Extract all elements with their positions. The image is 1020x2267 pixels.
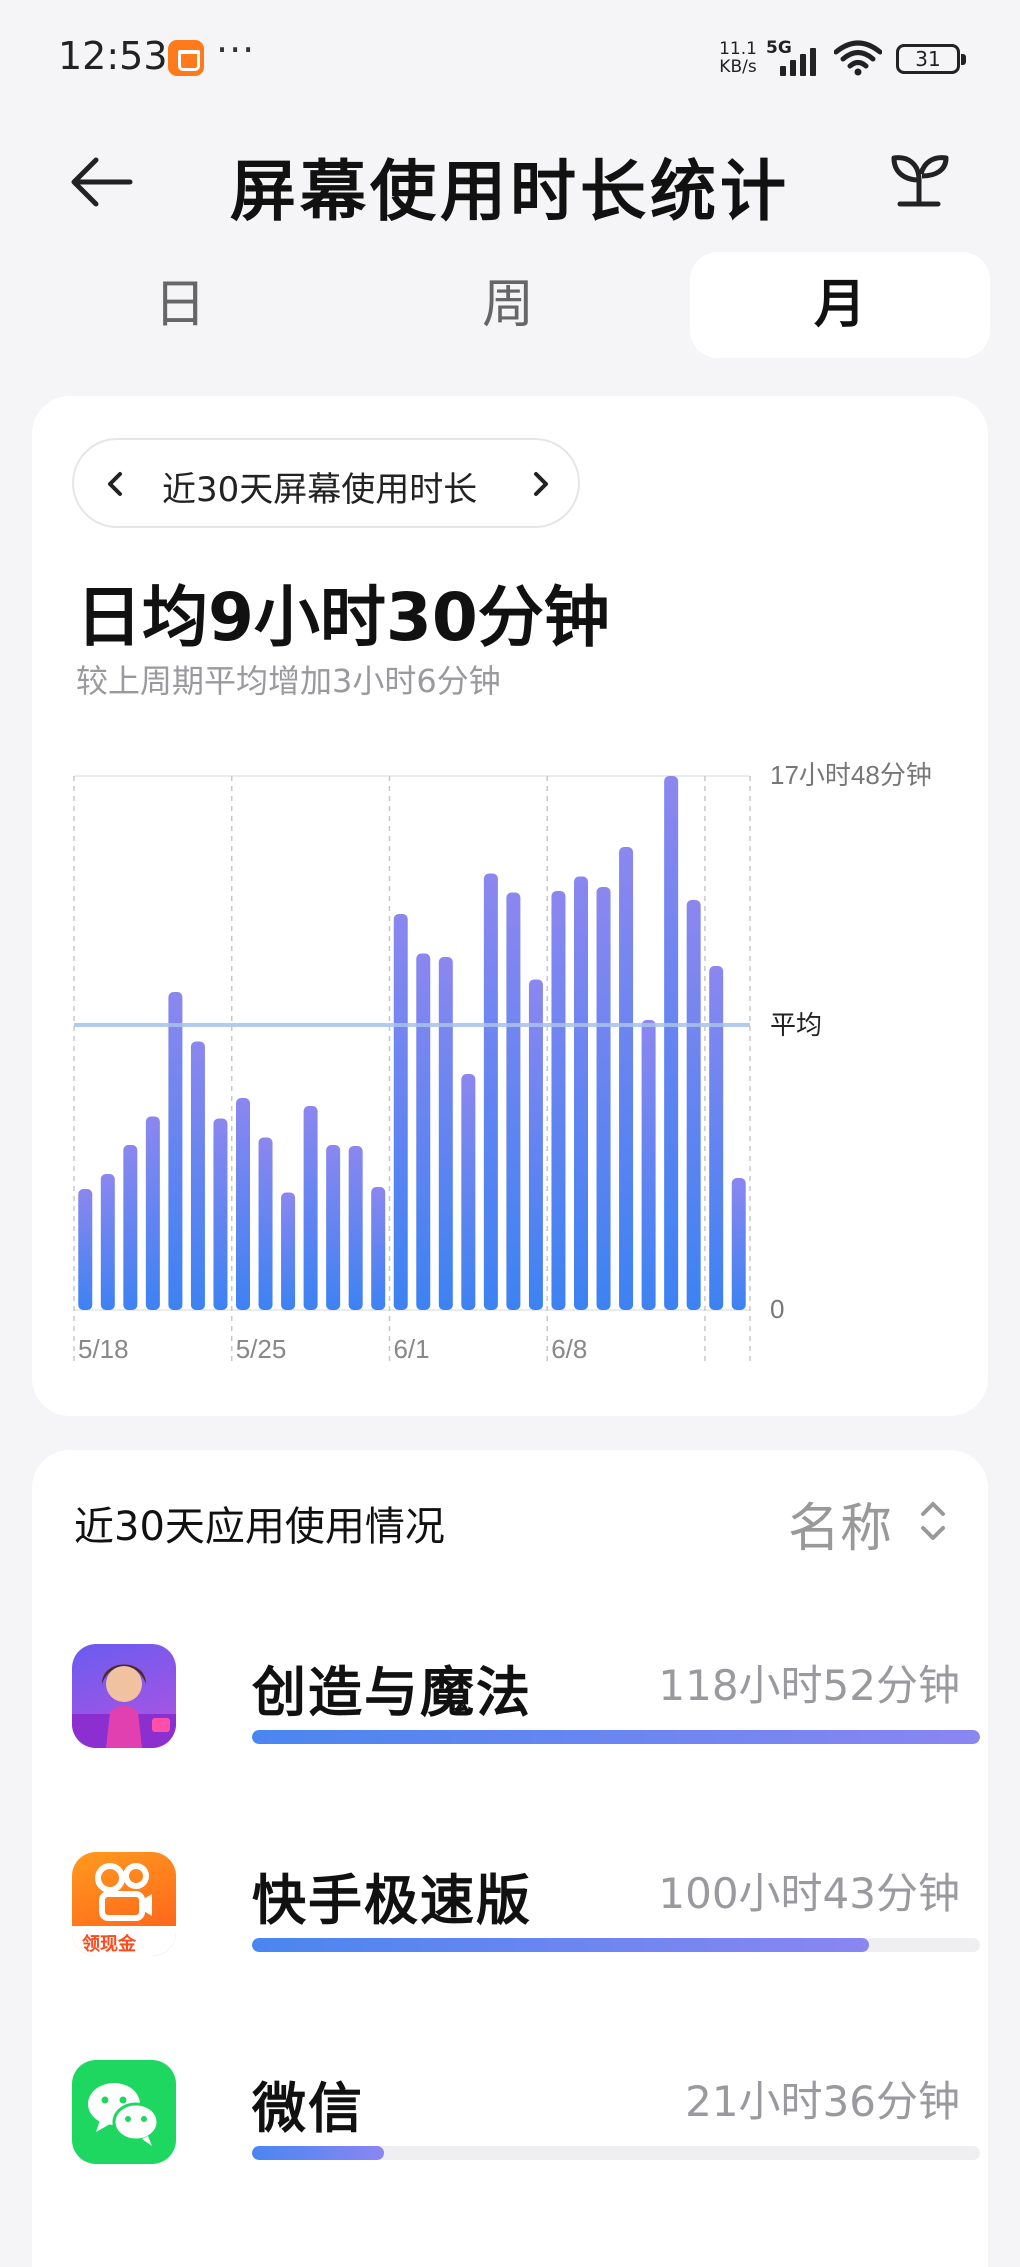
net-speed: 11.1 KB/s — [716, 40, 760, 76]
usage-bar[interactable] — [348, 1146, 363, 1310]
app-usage-bar — [252, 1730, 980, 1744]
usage-bar[interactable] — [574, 876, 588, 1311]
app-name: 创造与魔法 — [252, 1661, 532, 1724]
usage-bar[interactable] — [528, 979, 543, 1311]
usage-bar[interactable] — [483, 873, 498, 1311]
usage-bar[interactable] — [619, 847, 634, 1310]
usage-bar[interactable] — [213, 1118, 228, 1311]
usage-bar[interactable] — [145, 1116, 160, 1311]
sort-updown-icon — [921, 1502, 945, 1540]
usage-bar[interactable] — [506, 892, 521, 1311]
app-badge: 领现金 — [82, 1934, 136, 1955]
usage-bar[interactable] — [123, 1145, 138, 1310]
usage-bar[interactable] — [326, 1145, 341, 1310]
average-label: 平均 — [770, 1010, 822, 1040]
app-name: 微信 — [252, 2077, 364, 2140]
app-time: 118小时52分钟 — [658, 1661, 960, 1710]
app-row[interactable]: 创造与魔法 118小时52分钟 — [72, 1644, 980, 1754]
battery-icon: 31 — [896, 44, 966, 74]
page-title: 屏幕使用时长统计 — [230, 153, 790, 230]
tab-month[interactable]: 月 — [690, 252, 990, 358]
wechat-icon — [72, 2060, 176, 2164]
y-tick-zero: 0 — [770, 1294, 784, 1324]
usage-bar[interactable] — [438, 957, 453, 1310]
usage-bar[interactable] — [664, 776, 679, 1310]
app-name: 快手极速版 — [252, 1869, 532, 1932]
x-tick-label: 6/1 — [393, 1334, 429, 1364]
sort-label: 名称 — [788, 1499, 893, 1559]
app-usage-title: 近30天应用使用情况 — [74, 1504, 445, 1550]
usage-bar[interactable] — [78, 1189, 93, 1310]
kuaishou-icon: 领现金 — [72, 1852, 176, 1956]
usage-bar[interactable] — [236, 1098, 250, 1310]
status-time: 12:53 — [58, 34, 168, 78]
usage-bar[interactable] — [393, 914, 408, 1310]
x-tick-label: 6/8 — [551, 1334, 587, 1364]
signal-icon — [780, 44, 824, 76]
usage-bar[interactable] — [686, 900, 701, 1310]
tab-day[interactable]: 日 — [30, 252, 330, 358]
app-usage-bar — [252, 2146, 980, 2160]
app-usage-card: 近30天应用使用情况 名称 创造与魔法 118小时52分钟 领现金 快手极速版 … — [32, 1450, 988, 2267]
usage-bar[interactable] — [168, 992, 183, 1310]
status-bar: 12:53 ··· 11.1 KB/s 5G 31 — [0, 0, 1020, 120]
usage-bar[interactable] — [551, 891, 566, 1310]
sprout-icon[interactable] — [884, 142, 954, 222]
app-time: 21小时36分钟 — [685, 2077, 960, 2126]
x-tick-label: 5/25 — [236, 1334, 287, 1364]
screen-time-card: 近30天屏幕使用时长 日均9小时30分钟 较上周期平均增加3小时6分钟 17小时… — [32, 396, 988, 1416]
tab-week[interactable]: 周 — [358, 252, 658, 358]
net-speed-unit: KB/s — [719, 57, 757, 77]
usage-bar[interactable] — [281, 1192, 296, 1311]
usage-bar[interactable] — [641, 1020, 656, 1310]
net-speed-value: 11.1 — [719, 39, 757, 59]
usage-bar-chart: 17小时48分钟 0 平均 5/18 5/25 6/1 6/8 — [73, 760, 932, 1364]
usage-bar[interactable] — [371, 1187, 386, 1310]
app-usage-bar — [252, 1938, 980, 1952]
shopping-app-icon — [168, 40, 204, 76]
usage-bar[interactable] — [596, 887, 611, 1310]
usage-bar[interactable] — [258, 1137, 273, 1311]
usage-bar[interactable] — [190, 1041, 205, 1311]
usage-bar[interactable] — [461, 1074, 476, 1310]
header: 屏幕使用时长统计 — [0, 120, 1020, 240]
usage-bar[interactable] — [416, 953, 431, 1311]
app-row[interactable]: 微信 21小时36分钟 — [72, 2060, 980, 2170]
usage-bar[interactable] — [731, 1178, 746, 1310]
period-tabs: 日 周 月 — [0, 252, 1020, 360]
usage-bar[interactable] — [303, 1106, 318, 1310]
usage-bar[interactable] — [100, 1174, 115, 1310]
y-tick-max: 17小时48分钟 — [770, 760, 932, 790]
more-notifications-icon: ··· — [216, 28, 256, 72]
app-time: 100小时43分钟 — [658, 1869, 960, 1918]
wifi-icon — [834, 40, 882, 76]
sort-button[interactable]: 名称 — [788, 1486, 945, 1559]
usage-bar[interactable] — [709, 966, 724, 1310]
x-tick-label: 5/18 — [78, 1334, 129, 1364]
app-row[interactable]: 领现金 快手极速版 100小时43分钟 — [72, 1852, 980, 1962]
game-character-icon — [72, 1644, 176, 1748]
